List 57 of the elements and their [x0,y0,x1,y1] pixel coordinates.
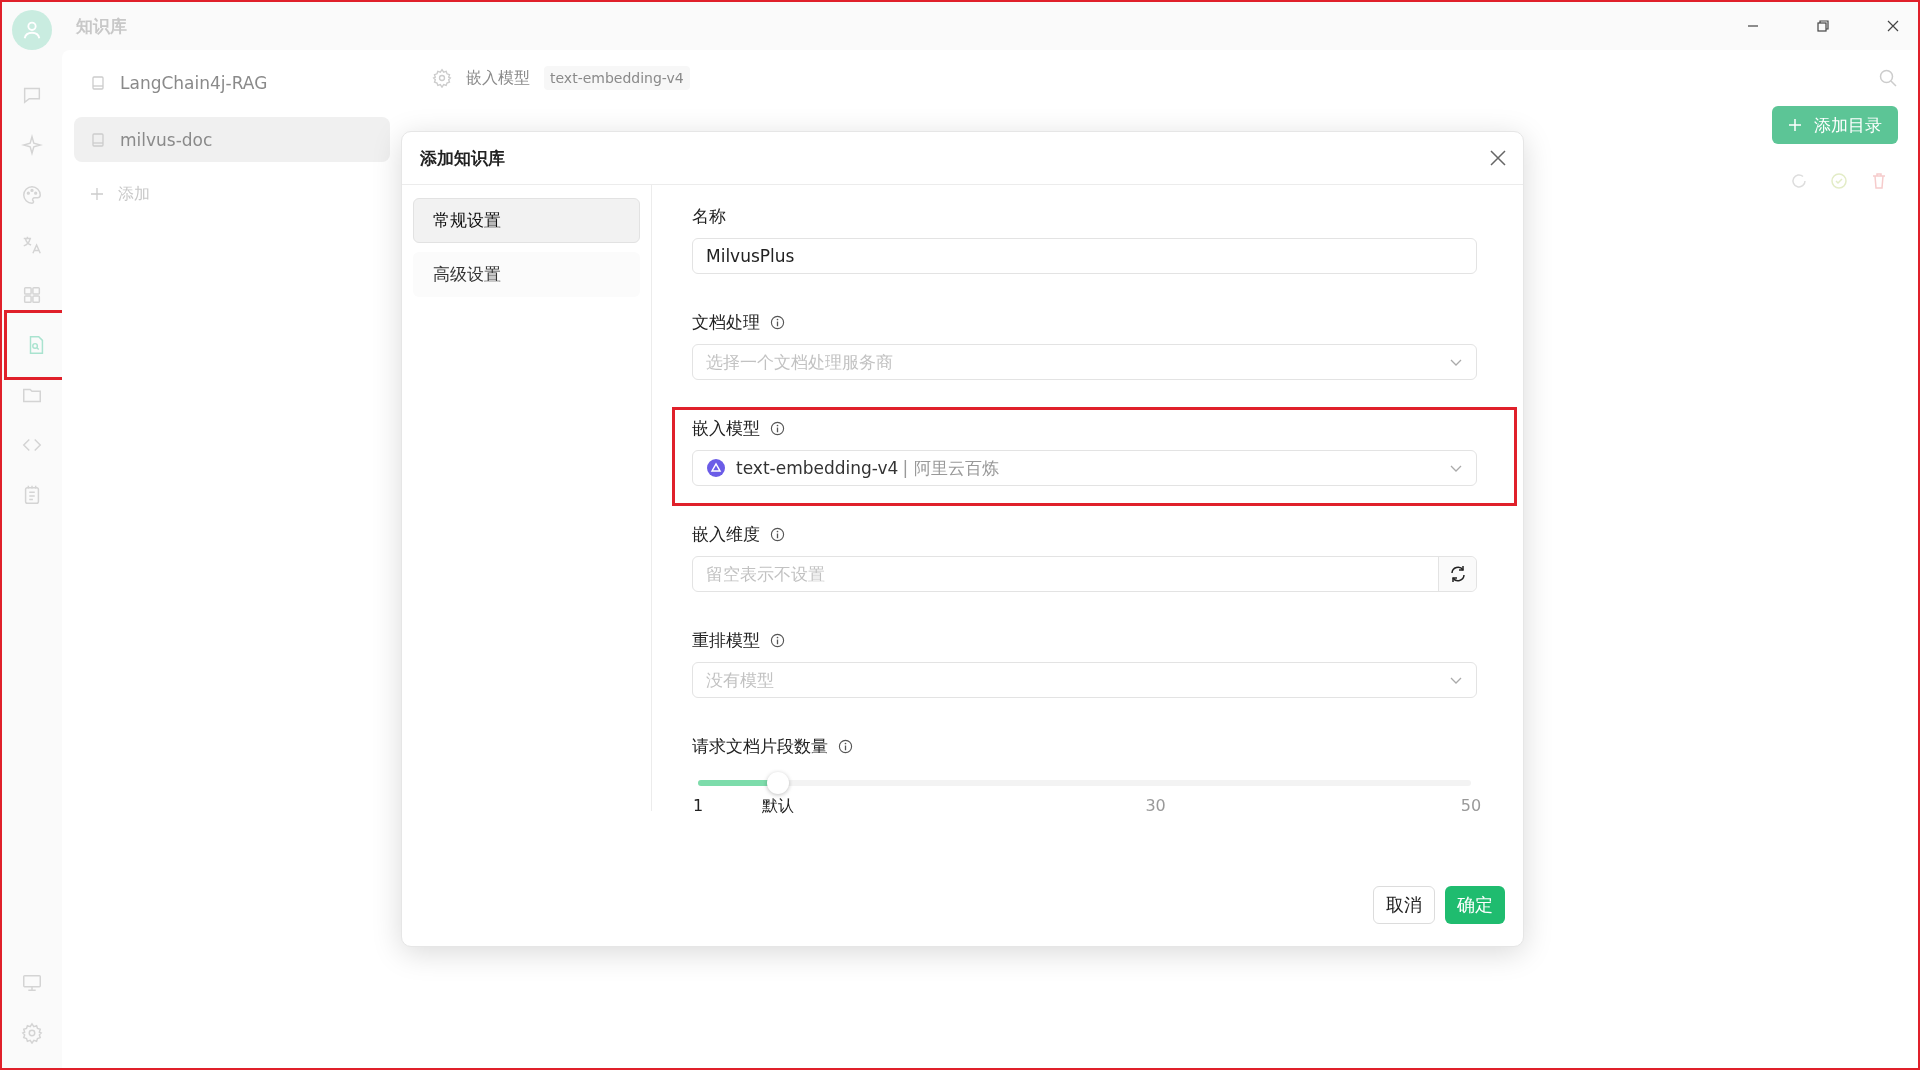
book-icon [90,131,106,148]
select-field[interactable]: 选择一个文档处理服务商 [692,344,1477,380]
restore-icon[interactable] [1816,19,1830,33]
settings-tab[interactable]: 常规设置 [413,198,640,243]
refresh-icon [1448,565,1467,583]
model-provider: | 阿里云百炼 [902,456,999,480]
settings-tab[interactable]: 高级设置 [413,252,640,297]
plus-icon [90,187,104,201]
info-icon[interactable] [770,527,785,542]
slider-mark-label: 1 [692,796,704,815]
user-icon [21,19,43,41]
info-icon[interactable] [770,315,785,330]
slider-mark-label: 30 [1145,796,1166,815]
book-icon [90,74,106,91]
select-placeholder: 选择一个文档处理服务商 [706,350,893,374]
field-label: 重排模型 [692,629,760,652]
settings-icon[interactable] [21,1022,43,1044]
slider-thumb[interactable] [766,772,789,794]
palette-icon[interactable] [21,184,43,206]
search-icon[interactable] [1878,68,1898,88]
info-icon[interactable] [838,739,853,754]
field-label: 嵌入模型 [692,417,760,440]
monitor-icon[interactable] [21,972,43,994]
grid-icon[interactable] [21,284,43,306]
add-directory-button[interactable]: 添加目录 [1772,106,1898,144]
select-field[interactable]: text-embedding-v4 | 阿里云百炼 [692,450,1477,486]
knowledge-base-item[interactable]: milvus-doc [74,117,390,162]
cancel-button[interactable]: 取消 [1373,886,1435,924]
refresh-icon[interactable] [1790,172,1808,190]
translate-icon[interactable] [21,234,43,256]
field-label: 名称 [692,205,726,228]
trash-icon[interactable] [1870,172,1888,190]
refresh-button[interactable] [1438,557,1476,591]
close-icon[interactable] [1886,19,1900,33]
check-circle-icon[interactable] [1830,172,1848,190]
knowledge-base-item[interactable]: LangChain4j-RAG [74,60,390,105]
plus-icon [1788,118,1802,132]
slider-mark-label: 默认 [761,796,794,817]
dialog-title: 添加知识库 [420,146,505,170]
field-label: 嵌入维度 [692,523,760,546]
selected-model: text-embedding-v4 [736,458,899,478]
field-label: 文档处理 [692,311,760,334]
settings-icon[interactable] [432,68,452,88]
avatar[interactable] [12,10,52,50]
embedding-model-label: 嵌入模型 [466,67,530,89]
select-field[interactable]: 没有模型 [692,662,1477,698]
close-icon[interactable] [1489,149,1507,167]
field-label: 请求文档片段数量 [692,735,828,758]
info-icon[interactable] [770,633,785,648]
select-placeholder: 没有模型 [706,668,774,692]
confirm-button[interactable]: 确定 [1445,886,1505,924]
name-input[interactable]: MilvusPlus [692,238,1477,274]
slider-mark-label: 50 [1460,796,1482,815]
sparkle-icon[interactable] [21,134,43,156]
model-logo-icon [706,458,726,478]
info-icon[interactable] [770,421,785,436]
model-tag: text-embedding-v4 [544,66,690,90]
